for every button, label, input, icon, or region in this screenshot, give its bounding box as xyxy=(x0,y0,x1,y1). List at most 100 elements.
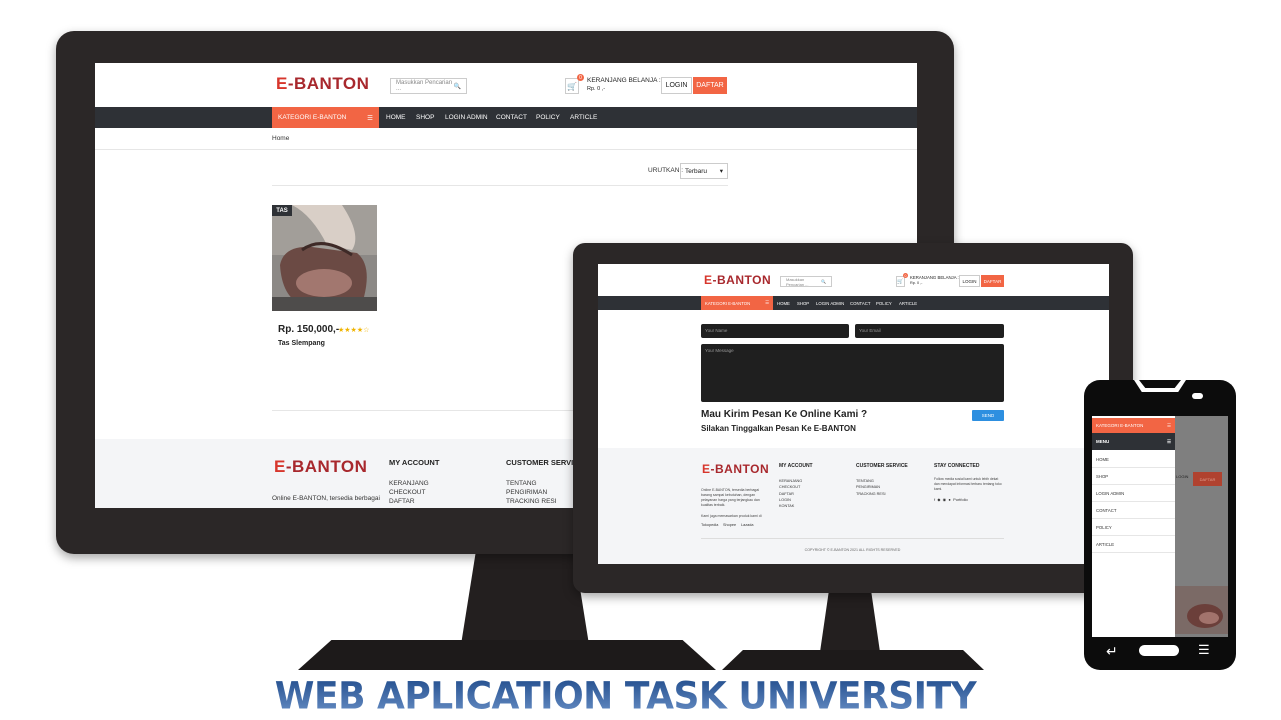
divider xyxy=(1092,501,1175,502)
hamburger-icon[interactable]: ☰ xyxy=(765,300,769,306)
search-input[interactable]: Masukkan Pencarian ... 🔍 xyxy=(390,78,467,94)
footer-my-account-title: MY ACCOUNT xyxy=(389,458,440,467)
facebook-icon[interactable]: f xyxy=(934,497,935,502)
globe-icon[interactable]: ● xyxy=(948,497,950,502)
sort-label: URUTKAN : xyxy=(648,167,684,174)
page-title: WEB APLICATION TASK UNIVERSITY xyxy=(0,675,1251,718)
divider xyxy=(1092,518,1175,519)
phone-screen: LOGIN DAFTAR KATEGORI E-BANTON ☰ MENU ☰ HO… xyxy=(1092,416,1228,637)
mobile-nav-article[interactable]: ARTICLE xyxy=(1096,542,1114,547)
phone-speaker xyxy=(1139,380,1181,388)
nav-shop[interactable]: SHOP xyxy=(416,114,434,121)
marketplace-tokopedia[interactable]: Tokopedia xyxy=(701,523,718,527)
back-icon[interactable]: ↵ xyxy=(1106,644,1118,658)
hamburger-icon[interactable]: ☰ xyxy=(1167,439,1171,445)
divider xyxy=(95,149,917,150)
footer-link-tracking[interactable]: TRACKING RESI xyxy=(506,498,557,505)
mobile-menu-header[interactable]: MENU ☰ xyxy=(1092,433,1175,450)
tablet-stand-base xyxy=(722,650,984,670)
mobile-nav-shop[interactable]: SHOP xyxy=(1096,474,1108,479)
twitter-icon[interactable]: ◆ xyxy=(937,497,940,502)
tablet-stay-connected-text: Follow media sosial kami untuk lebih dek… xyxy=(934,477,1002,491)
search-icon[interactable]: 🔍 xyxy=(821,279,826,284)
footer-link-tentang[interactable]: TENTANG xyxy=(506,480,537,487)
tablet-footer-logo: E-BANTON xyxy=(702,462,770,476)
kategori-dropdown[interactable]: KATEGORI E-BANTON ☰ xyxy=(272,107,379,128)
phone-daftar-button[interactable]: DAFTAR xyxy=(1193,472,1222,486)
copyright: COPYRIGHT © E-BANTON 2021 ALL RIGHTS RES… xyxy=(804,548,901,552)
message-field[interactable]: Your Message xyxy=(701,344,1004,402)
phone-login-button[interactable]: LOGIN xyxy=(1176,474,1188,479)
tablet-nav-policy[interactable]: POLICY xyxy=(876,301,892,306)
tablet-nav-contact[interactable]: CONTACT xyxy=(850,301,870,306)
tablet-screen: E-BANTON Masukkan Pencarian ... 🔍 🛒 0 KER… xyxy=(598,264,1109,564)
divider xyxy=(272,185,728,186)
product-name[interactable]: Tas Slempang xyxy=(278,340,325,347)
send-button[interactable]: SEND xyxy=(972,410,1004,421)
search-icon[interactable]: 🔍 xyxy=(454,83,461,90)
phone-product-image[interactable] xyxy=(1175,586,1228,634)
sort-select[interactable]: Terbaru ▾ xyxy=(680,163,728,179)
tablet-search-input[interactable]: Masukkan Pencarian ... 🔍 xyxy=(780,276,832,287)
cart-total: Rp. 0 ,- xyxy=(587,86,606,92)
daftar-button[interactable]: DAFTAR xyxy=(693,77,727,94)
tablet-my-account-title: MY ACCOUNT xyxy=(779,463,813,469)
phone-camera xyxy=(1192,393,1203,399)
nav-policy[interactable]: POLICY xyxy=(536,114,560,121)
brand-logo[interactable]: E-BANTON xyxy=(276,74,369,94)
tablet-brand-logo[interactable]: E-BANTON xyxy=(704,273,771,287)
footer-link-tracking[interactable]: TRACKING RESI xyxy=(856,491,886,497)
divider xyxy=(1092,552,1175,553)
footer-link-keranjang[interactable]: KERANJANG xyxy=(389,480,429,487)
tablet-nav-article[interactable]: ARTICLE xyxy=(899,301,917,306)
tablet-nav-shop[interactable]: SHOP xyxy=(797,301,809,306)
email-field[interactable]: Your Email xyxy=(855,324,1004,338)
tablet-nav-login-admin[interactable]: LOGIN ADMIN xyxy=(816,301,844,306)
tablet-nav-home[interactable]: HOME xyxy=(777,301,790,306)
tablet-stay-connected-title: STAY CONNECTED xyxy=(934,463,980,469)
footer-about: Online E-BANTON, tersedia berbagai xyxy=(272,495,380,502)
login-button[interactable]: LOGIN xyxy=(661,77,692,94)
mobile-nav-contact[interactable]: CONTACT xyxy=(1096,508,1116,513)
tablet-daftar-button[interactable]: DAFTAR xyxy=(981,275,1004,287)
contact-heading: Mau Kirim Pesan Ke Online Kami ? xyxy=(701,409,868,420)
marketplace-lazada[interactable]: Lazada xyxy=(741,523,753,527)
tablet-cart-label: KERANJANG BELANJA : xyxy=(910,275,959,280)
nav-article[interactable]: ARTICLE xyxy=(570,114,597,121)
footer-link-daftar[interactable]: DAFTAR xyxy=(389,498,415,505)
footer-link-kontak[interactable]: KONTAK xyxy=(779,503,802,509)
nav-login-admin[interactable]: LOGIN ADMIN xyxy=(445,114,488,121)
nav-contact[interactable]: CONTACT xyxy=(496,114,527,121)
mobile-kategori[interactable]: KATEGORI E-BANTON ☰ xyxy=(1092,418,1175,433)
divider xyxy=(1092,535,1175,536)
tablet-footer-about: Online E-BANTON, tersedia berbagai baran… xyxy=(701,488,760,507)
hamburger-icon[interactable]: ☰ xyxy=(1167,423,1171,429)
mobile-nav-home[interactable]: HOME xyxy=(1096,457,1109,462)
hamburger-icon[interactable]: ☰ xyxy=(367,114,373,122)
tablet-login-button[interactable]: LOGIN xyxy=(959,275,980,287)
footer-link-checkout[interactable]: CHECKOUT xyxy=(389,489,425,496)
tablet-customer-service-links: TENTANG PENGIRIMAN TRACKING RESI xyxy=(856,478,886,497)
home-button[interactable] xyxy=(1139,645,1179,656)
tablet-my-account-links: KERANJANG CHECKOUT DAFTAR LOGIN KONTAK xyxy=(779,478,802,509)
marketplace-shopee[interactable]: Shopee xyxy=(723,523,736,527)
mobile-nav-policy[interactable]: POLICY xyxy=(1096,525,1112,530)
contact-subheading: Silakan Tinggalkan Pesan Ke E-BANTON xyxy=(701,424,856,433)
instagram-icon[interactable]: ◉ xyxy=(943,497,947,502)
name-field[interactable]: Your Name xyxy=(701,324,849,338)
product-price: Rp. 150,000,- xyxy=(278,324,340,335)
chevron-down-icon: ▾ xyxy=(719,168,723,175)
cart-icon[interactable]: 🛒 xyxy=(565,78,579,94)
mobile-nav-login-admin[interactable]: LOGIN ADMIN xyxy=(1096,491,1124,496)
tablet-kategori-dropdown[interactable]: KATEGORI E-BANTON ☰ xyxy=(701,296,773,310)
product-image[interactable] xyxy=(272,205,377,311)
monitor-stand-base xyxy=(298,640,716,670)
menu-icon[interactable]: ☰ xyxy=(1198,643,1210,657)
portfolio-link[interactable]: Portfolio xyxy=(953,497,968,502)
breadcrumb[interactable]: Home xyxy=(272,135,289,142)
footer-link-pengiriman[interactable]: PENGIRIMAN xyxy=(506,489,547,496)
footer-link-checkout[interactable]: CHECKOUT xyxy=(779,484,802,490)
nav-home[interactable]: HOME xyxy=(386,114,406,121)
social-icons: f ◆ ◉ ● Portfolio xyxy=(934,497,968,502)
tablet-cart-total: Rp. 0 ,- xyxy=(910,281,923,285)
